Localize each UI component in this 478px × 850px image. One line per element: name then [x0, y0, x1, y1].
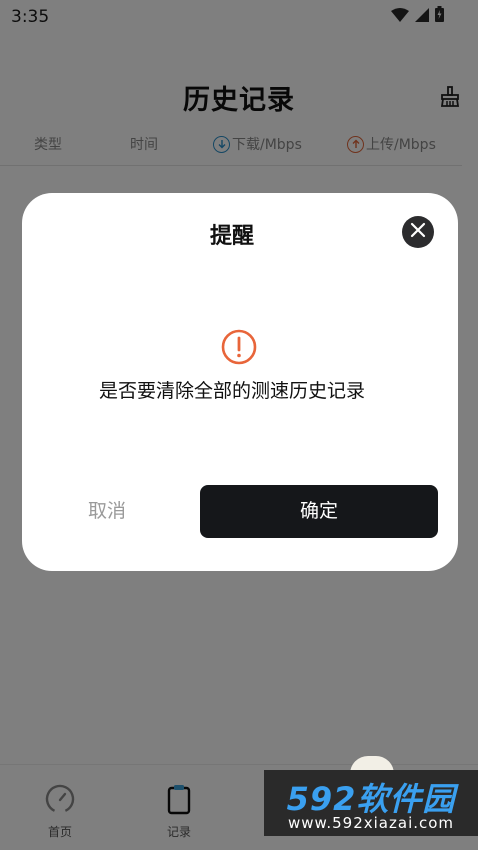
cancel-button[interactable]: 取消 — [42, 485, 172, 537]
dialog-title: 提醒 — [209, 224, 254, 249]
dialog-message: 是否要清除全部的测速历史记录 — [98, 380, 365, 402]
watermark: 592软件园 www.592xiazai.com — [264, 770, 478, 836]
confirm-clear-dialog: 提醒 是否要清除全部的测速历史记录 取消 确定 — [22, 193, 458, 571]
dialog-close-button[interactable] — [402, 216, 434, 248]
confirm-button[interactable]: 确定 — [200, 485, 438, 538]
close-icon — [410, 222, 426, 242]
warning-icon — [221, 329, 257, 365]
screen: 3:35 历史记录 — [0, 0, 478, 850]
watermark-url: www.592xiazai.com — [287, 814, 455, 832]
